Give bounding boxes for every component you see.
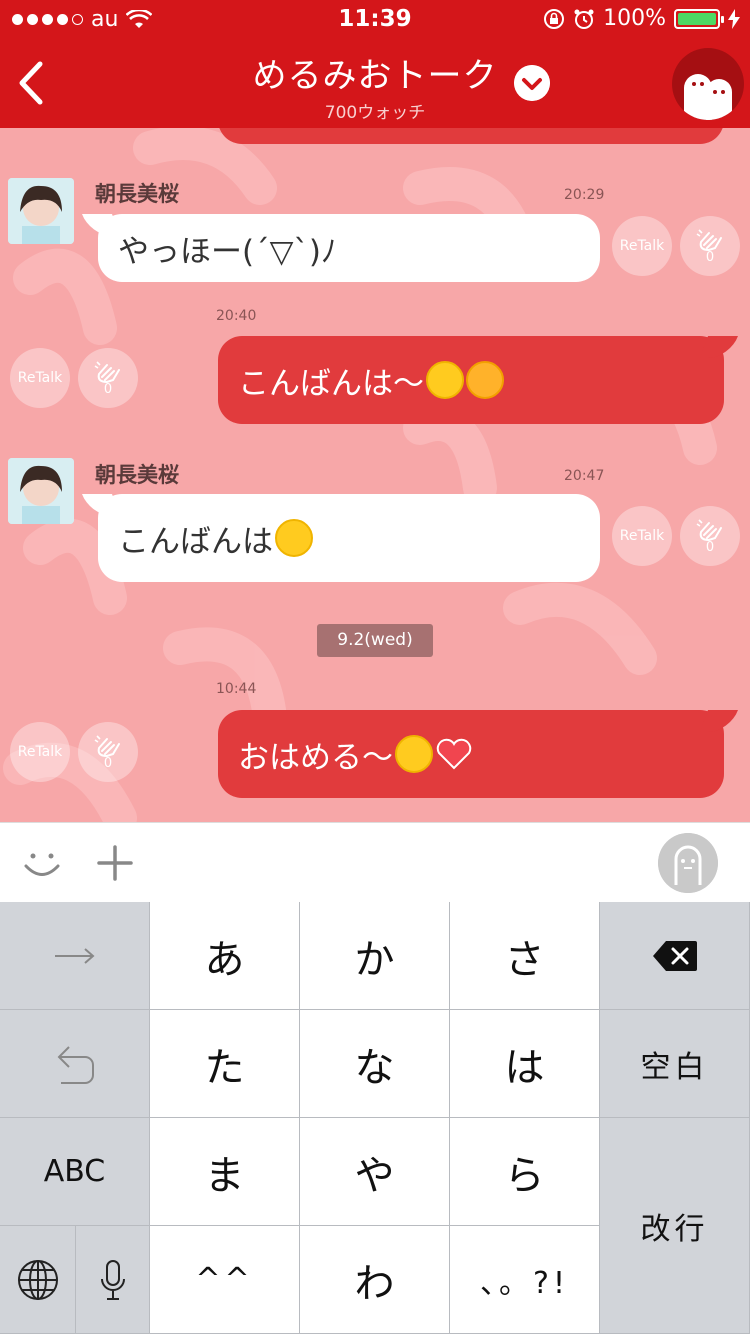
clap-button[interactable]: 0 [680,216,740,276]
battery-icon [674,8,724,29]
avatar-photo [8,458,74,524]
smile-emoji-icon [426,361,464,399]
chat-header: めるみおトーク 700ウォッチ [0,40,750,128]
message-time: 10:44 [216,681,257,697]
retalk-button[interactable]: ReTalk [10,722,70,782]
key-ya[interactable]: や [300,1118,450,1226]
keyboard: あ か さ た な は 空白 ABC ま や ら 改行 ^^ わ 、。?! [0,902,750,1334]
watch-count: 700ウォッチ [324,103,426,123]
key-ta[interactable]: た [150,1010,300,1118]
message-time: 20:40 [216,308,257,324]
sender-avatar[interactable] [8,178,74,244]
key-return[interactable]: 改行 [600,1118,750,1334]
key-na[interactable]: な [300,1010,450,1118]
orientation-lock-icon [544,8,565,29]
key-ra[interactable]: ら [450,1118,600,1226]
input-bar [0,822,750,902]
clap-count: 0 [705,249,715,265]
arrow-right-icon [54,947,95,964]
key-wa[interactable]: わ [300,1226,450,1334]
heart-emoji-icon [436,738,472,770]
sender-name: 朝長美桜 [95,463,179,487]
battery-percent: 100% [603,6,666,31]
key-undo[interactable] [0,1010,150,1118]
clap-icon [94,360,120,383]
key-ma[interactable]: ま [150,1118,300,1226]
key-abc[interactable]: ABC [0,1118,150,1226]
message-time: 20:47 [564,468,605,484]
key-kaomoji[interactable]: ^^ [150,1226,300,1334]
sender-name: 朝長美桜 [95,182,179,206]
clap-count: 0 [103,755,113,771]
key-sa[interactable]: さ [450,902,600,1010]
globe-icon [17,1259,58,1300]
clap-icon [696,228,722,251]
smile-emoji-icon [275,519,313,557]
chat-title[interactable]: めるみおトーク [0,48,750,97]
key-mic[interactable] [76,1226,150,1334]
previous-message-bubble [218,128,724,144]
key-space[interactable]: 空白 [600,1010,750,1118]
incoming-message-bubble[interactable]: こんばんは [98,494,600,582]
add-attachment-button[interactable] [96,841,134,885]
message-time: 20:29 [564,187,605,203]
emoji-picker-button[interactable] [20,841,64,885]
avatar-photo [8,178,74,244]
message-text: こんばんは [118,523,273,560]
clap-button[interactable]: 0 [78,722,138,782]
ghost-characters-icon [684,74,732,120]
incoming-message-bubble[interactable]: やっほー(´▽`)ﾉ [98,214,600,282]
key-ka[interactable]: か [300,902,450,1010]
microphone-icon [100,1259,125,1300]
group-profile-button[interactable] [672,48,744,120]
retalk-button[interactable]: ReTalk [612,506,672,566]
clap-icon [696,518,722,541]
key-punctuation[interactable]: 、。?! [450,1226,600,1334]
clap-icon [94,734,120,757]
date-separator: 9.2(wed) [317,624,433,657]
charging-icon [728,8,740,29]
clap-button[interactable]: 0 [680,506,740,566]
status-bar: au 11:39 100% [0,0,750,40]
key-next-arrow[interactable] [0,902,150,1010]
key-delete[interactable] [600,902,750,1010]
clap-button[interactable]: 0 [78,348,138,408]
retalk-button[interactable]: ReTalk [10,348,70,408]
outgoing-message-bubble[interactable]: こんばんは〜 [218,336,724,424]
outgoing-message-bubble[interactable]: おはめる〜 [218,710,724,798]
voice-input-button[interactable] [658,833,718,893]
key-globe[interactable] [0,1226,76,1334]
message-text: やっほー(´▽`)ﾉ [118,233,337,270]
moon-emoji-icon [466,361,504,399]
key-ha[interactable]: は [450,1010,600,1118]
retalk-button[interactable]: ReTalk [612,216,672,276]
key-a[interactable]: あ [150,902,300,1010]
message-text: おはめる〜 [238,739,393,776]
clap-count: 0 [103,381,113,397]
backspace-icon [652,940,697,971]
alarm-icon [574,9,594,29]
message-text: こんばんは〜 [238,365,424,402]
smile-emoji-icon [395,735,433,773]
clap-count: 0 [705,539,715,555]
undo-icon [57,1045,94,1084]
chat-timeline[interactable]: 朝長美桜 20:29 やっほー(´▽`)ﾉ ReTalk 0 20:40 ReT… [0,128,750,822]
chevron-down-icon[interactable] [514,65,550,101]
status-right: 100% [543,6,740,31]
sender-avatar[interactable] [8,458,74,524]
